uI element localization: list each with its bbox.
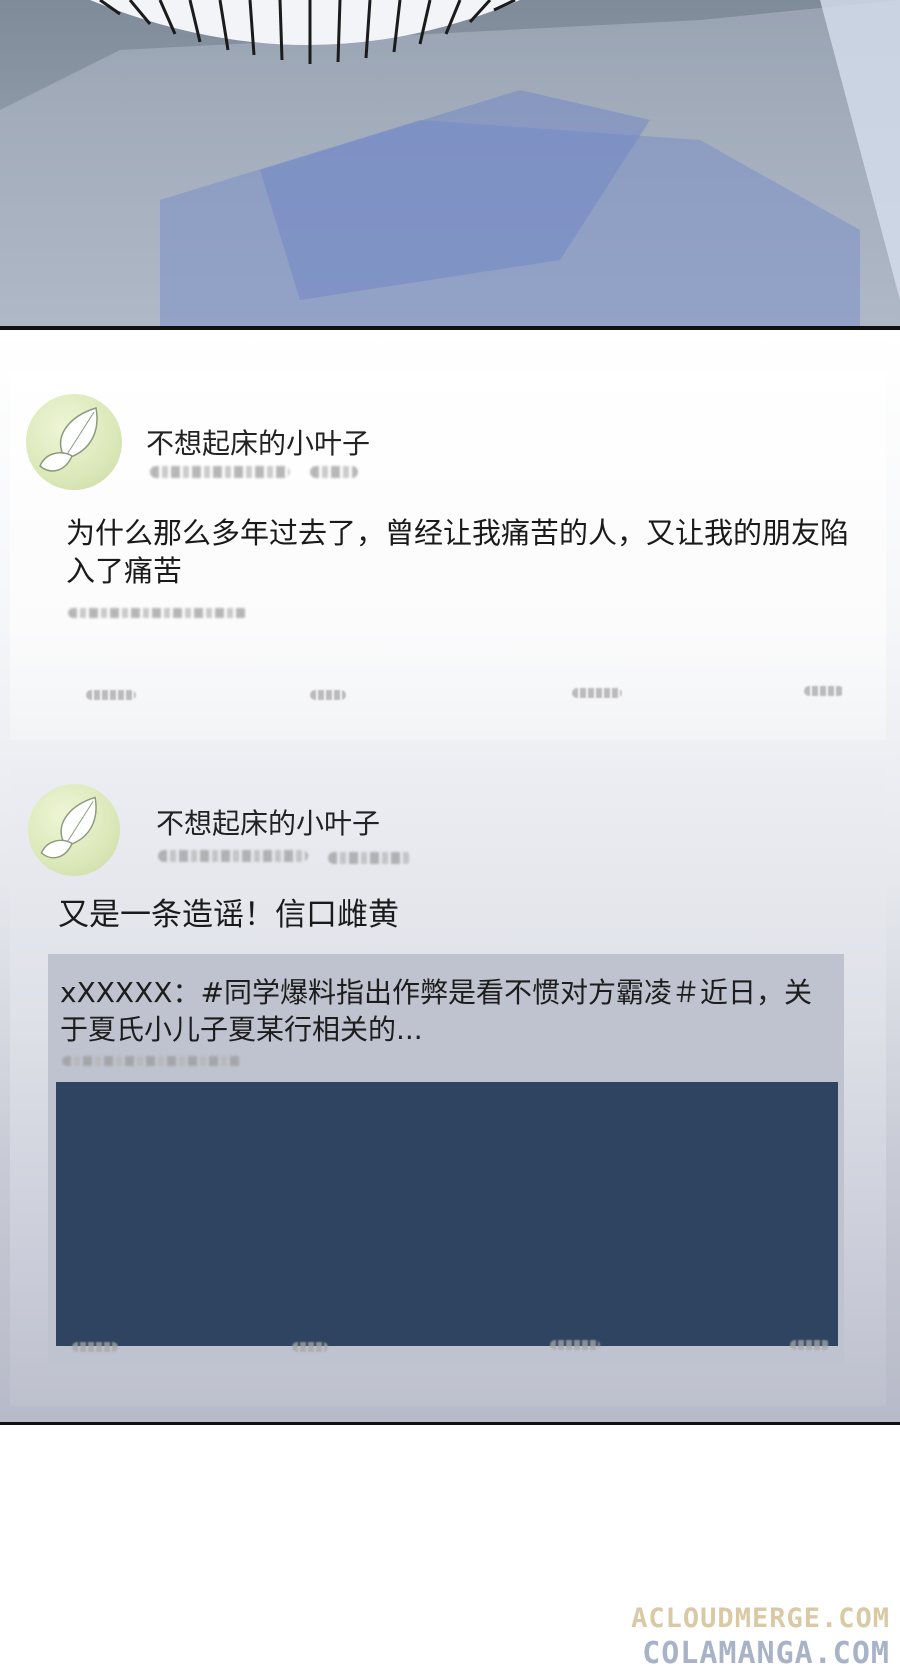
comment-action[interactable] [292, 1342, 328, 1352]
post-text: 又是一条造谣！信口雌黄 [58, 897, 399, 933]
post-timestamp [158, 850, 308, 862]
post-source [310, 466, 358, 478]
social-feed-panel: 不想起床的小叶子 为什么那么多年过去了，曾经让我痛苦的人，又让我的朋友陷入了痛苦… [0, 330, 900, 1422]
leaf-icon [40, 796, 97, 859]
post-timestamp [150, 466, 290, 478]
leaf-icon [39, 407, 98, 472]
like-action[interactable] [572, 688, 622, 698]
avatar[interactable] [28, 784, 120, 876]
post-meta-line [68, 608, 248, 618]
post-card[interactable]: 不想起床的小叶子 又是一条造谣！信口雌黄 xXXXXX：#同学爆料指出作弊是看不… [10, 756, 886, 1406]
username[interactable]: 不想起床的小叶子 [146, 422, 370, 462]
repost-text: xXXXXX：#同学爆料指出作弊是看不惯对方霸凌＃近日，关于夏氏小儿子夏某行相关… [60, 976, 812, 1046]
like-action[interactable] [550, 1340, 600, 1350]
repost-image[interactable] [56, 1082, 838, 1346]
avatar[interactable] [26, 394, 122, 490]
watermark-line2: COLAMANGA.COM [642, 1636, 890, 1671]
share-action[interactable] [790, 1340, 830, 1350]
share-action[interactable] [804, 686, 844, 696]
username[interactable]: 不想起床的小叶子 [156, 802, 380, 842]
watermark-line1: ACLOUDMERGE.COM [631, 1603, 890, 1634]
reposted-content[interactable]: xXXXXX：#同学爆料指出作弊是看不惯对方霸凌＃近日，关于夏氏小儿子夏某行相关… [48, 954, 844, 1364]
repost-meta-line [62, 1056, 242, 1066]
repost-action[interactable] [86, 690, 136, 700]
post-text: 为什么那么多年过去了，曾经让我痛苦的人，又让我的朋友陷入了痛苦 [66, 516, 850, 588]
panel-divider [0, 1422, 900, 1425]
post-card[interactable]: 不想起床的小叶子 为什么那么多年过去了，曾经让我痛苦的人，又让我的朋友陷入了痛苦 [10, 372, 886, 740]
post-source [328, 852, 412, 864]
comic-art [0, 0, 900, 326]
comment-action[interactable] [310, 690, 346, 700]
top-comic-panel [0, 0, 900, 326]
repost-action[interactable] [72, 1342, 118, 1352]
